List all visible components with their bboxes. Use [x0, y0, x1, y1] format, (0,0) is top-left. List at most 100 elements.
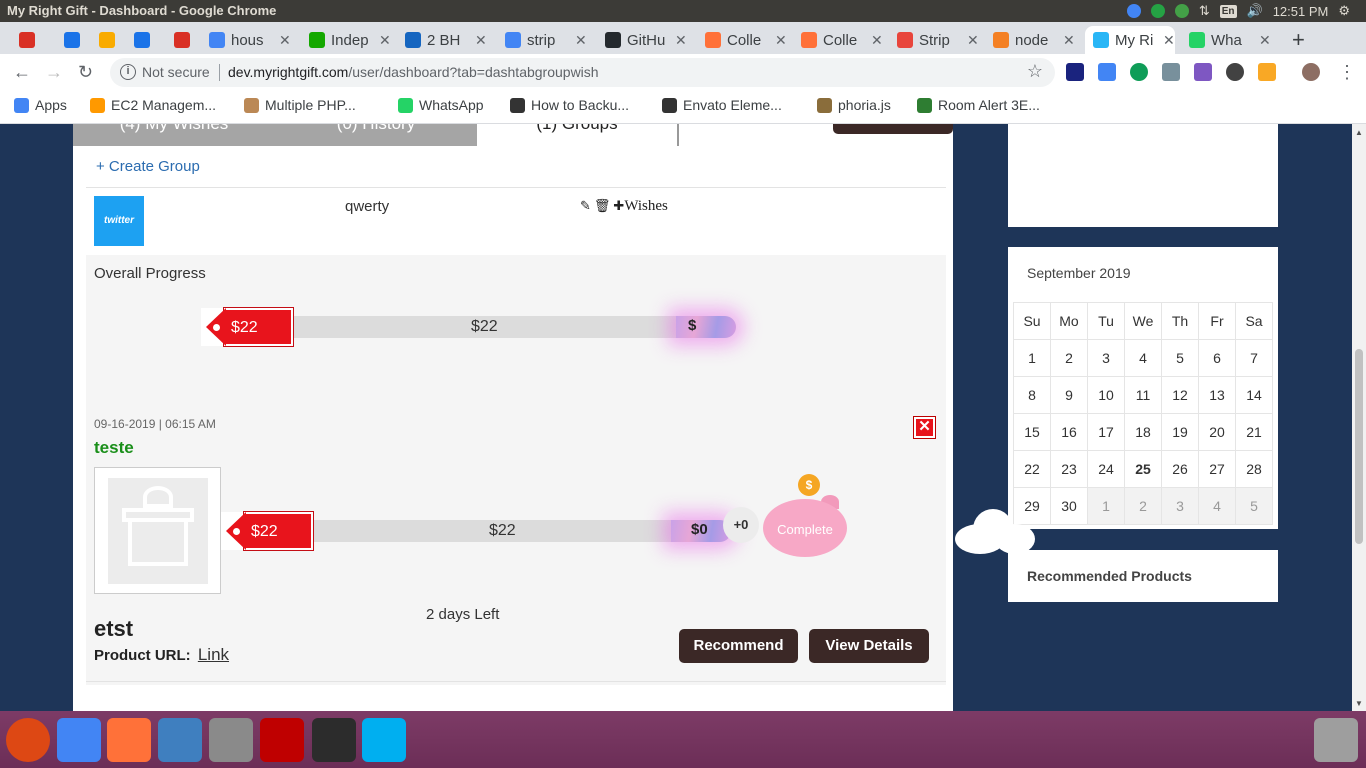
- calendar-day[interactable]: 13: [1198, 376, 1236, 414]
- view-details-button[interactable]: View Details: [809, 629, 929, 663]
- close-tab-icon[interactable]: ✕: [575, 32, 587, 49]
- calendar-day[interactable]: 25: [1124, 450, 1162, 488]
- calendar-day[interactable]: 1: [1087, 487, 1125, 525]
- calendar-day[interactable]: 19: [1161, 413, 1199, 451]
- extension-dots-icon[interactable]: [1226, 63, 1244, 81]
- piggy-bank-icon[interactable]: $ Complete: [761, 471, 851, 561]
- calendar-day[interactable]: 3: [1087, 339, 1125, 377]
- forward-icon[interactable]: →: [45, 62, 63, 83]
- tab-my-wishes[interactable]: (4) My Wishes: [73, 124, 275, 146]
- browser-tab[interactable]: My Ri ✕: [1085, 26, 1175, 54]
- trash-icon[interactable]: [1314, 718, 1358, 762]
- extension-crop-icon[interactable]: [1162, 63, 1180, 81]
- calendar-day[interactable]: 14: [1235, 376, 1273, 414]
- browser-tab[interactable]: [166, 26, 196, 54]
- back-icon[interactable]: ←: [13, 62, 31, 83]
- calendar-day[interactable]: 23: [1050, 450, 1088, 488]
- tab-groups[interactable]: (1) Groups: [477, 124, 679, 146]
- ubuntu-icon[interactable]: [6, 718, 50, 762]
- browser-tab[interactable]: hous ✕: [201, 26, 296, 54]
- browser-tab[interactable]: Colle ✕: [697, 26, 787, 54]
- browser-tab[interactable]: Strip ✕: [889, 26, 979, 54]
- bookmark-item[interactable]: WhatsApp: [398, 97, 484, 113]
- browser-tab[interactable]: [11, 26, 51, 54]
- plus-contribution-badge[interactable]: +0: [723, 507, 759, 543]
- close-tab-icon[interactable]: ✕: [279, 32, 291, 49]
- browser-tab[interactable]: node ✕: [985, 26, 1080, 54]
- calendar-day[interactable]: 24: [1087, 450, 1125, 488]
- url-text[interactable]: dev.myrightgift.com/user/dashboard?tab=d…: [228, 64, 599, 80]
- close-tab-icon[interactable]: ✕: [475, 32, 487, 49]
- bookmark-item[interactable]: How to Backu...: [510, 97, 629, 113]
- page-scrollbar[interactable]: ▲ ▼: [1352, 124, 1366, 711]
- close-tab-icon[interactable]: ✕: [967, 32, 979, 49]
- check-tray-icon[interactable]: [1174, 4, 1189, 18]
- calendar-day[interactable]: 4: [1124, 339, 1162, 377]
- power-icon[interactable]: ⚙: [1338, 3, 1350, 19]
- calendar-day[interactable]: 12: [1161, 376, 1199, 414]
- info-icon[interactable]: i: [120, 64, 136, 80]
- close-tab-icon[interactable]: ✕: [379, 32, 391, 49]
- item-title[interactable]: teste: [94, 438, 134, 458]
- browser-tab[interactable]: [126, 26, 161, 54]
- calendar-day[interactable]: 10: [1087, 376, 1125, 414]
- menu-kebab-icon[interactable]: ⋮: [1338, 62, 1356, 83]
- extension-n-icon[interactable]: [1066, 63, 1084, 81]
- header-action-button[interactable]: [833, 124, 953, 134]
- status-tray-icon[interactable]: [1150, 4, 1165, 18]
- address-bar[interactable]: i Not secure dev.myrightgift.com/user/da…: [110, 58, 1055, 87]
- calendar-day[interactable]: 16: [1050, 413, 1088, 451]
- bookmark-item[interactable]: Envato Eleme...: [662, 97, 782, 113]
- extension-badge-icon[interactable]: [1258, 63, 1276, 81]
- close-tab-icon[interactable]: ✕: [775, 32, 787, 49]
- clock[interactable]: 12:51 PM: [1273, 4, 1329, 19]
- close-tab-icon[interactable]: ✕: [1259, 32, 1271, 49]
- image-viewer-icon[interactable]: [158, 718, 202, 762]
- calendar-day[interactable]: 27: [1198, 450, 1236, 488]
- calendar-day[interactable]: 5: [1235, 487, 1273, 525]
- extension-leaf-icon[interactable]: [1130, 63, 1148, 81]
- firefox-icon[interactable]: [107, 718, 151, 762]
- calendar-day[interactable]: 4: [1198, 487, 1236, 525]
- add-wishes-button[interactable]: ✚Wishes: [613, 198, 667, 215]
- browser-tab[interactable]: [56, 26, 86, 54]
- browser-tab[interactable]: 2 BH ✕: [397, 26, 492, 54]
- bookmark-star-icon[interactable]: ☆: [1027, 61, 1043, 82]
- close-tab-icon[interactable]: ✕: [871, 32, 883, 49]
- keyboard-layout[interactable]: En: [1219, 4, 1237, 18]
- calendar-day[interactable]: 5: [1161, 339, 1199, 377]
- network-icon[interactable]: ⇅: [1199, 3, 1210, 19]
- browser-tab[interactable]: Colle ✕: [793, 26, 883, 54]
- chrome-icon[interactable]: [57, 718, 101, 762]
- translate-extension-icon[interactable]: [1098, 63, 1116, 81]
- calendar-day[interactable]: 20: [1198, 413, 1236, 451]
- close-tab-icon[interactable]: ✕: [1063, 32, 1075, 49]
- close-tab-icon[interactable]: ✕: [1163, 32, 1175, 49]
- profile-avatar[interactable]: [1302, 63, 1320, 81]
- browser-tab[interactable]: GitHu ✕: [597, 26, 692, 54]
- calendar-day[interactable]: 18: [1124, 413, 1162, 451]
- calendar-day[interactable]: 1: [1013, 339, 1051, 377]
- reload-icon[interactable]: ↻: [78, 62, 93, 83]
- calendar-day[interactable]: 17: [1087, 413, 1125, 451]
- calendar-day[interactable]: 2: [1124, 487, 1162, 525]
- browser-tab[interactable]: Wha ✕: [1181, 26, 1271, 54]
- browser-tab[interactable]: strip ✕: [497, 26, 592, 54]
- chrome-tray-icon[interactable]: [1126, 4, 1141, 18]
- browser-tab[interactable]: [91, 26, 121, 54]
- browser-tab[interactable]: Indep ✕: [301, 26, 396, 54]
- scroll-up-icon[interactable]: ▲: [1355, 128, 1363, 137]
- trash-icon[interactable]: 🗑: [594, 199, 611, 214]
- filezilla-icon[interactable]: [260, 718, 304, 762]
- calendar-day[interactable]: 3: [1161, 487, 1199, 525]
- recommend-button[interactable]: Recommend: [679, 629, 798, 663]
- calendar-day[interactable]: 21: [1235, 413, 1273, 451]
- close-tab-icon[interactable]: ✕: [675, 32, 687, 49]
- calendar-day[interactable]: 30: [1050, 487, 1088, 525]
- security-status[interactable]: Not secure: [142, 64, 210, 80]
- calendar-day[interactable]: 28: [1235, 450, 1273, 488]
- bookmark-item[interactable]: phoria.js: [817, 97, 891, 113]
- scrollbar-thumb[interactable]: [1355, 349, 1363, 544]
- calendar-day[interactable]: 6: [1198, 339, 1236, 377]
- bookmark-item[interactable]: EC2 Managem...: [90, 97, 216, 113]
